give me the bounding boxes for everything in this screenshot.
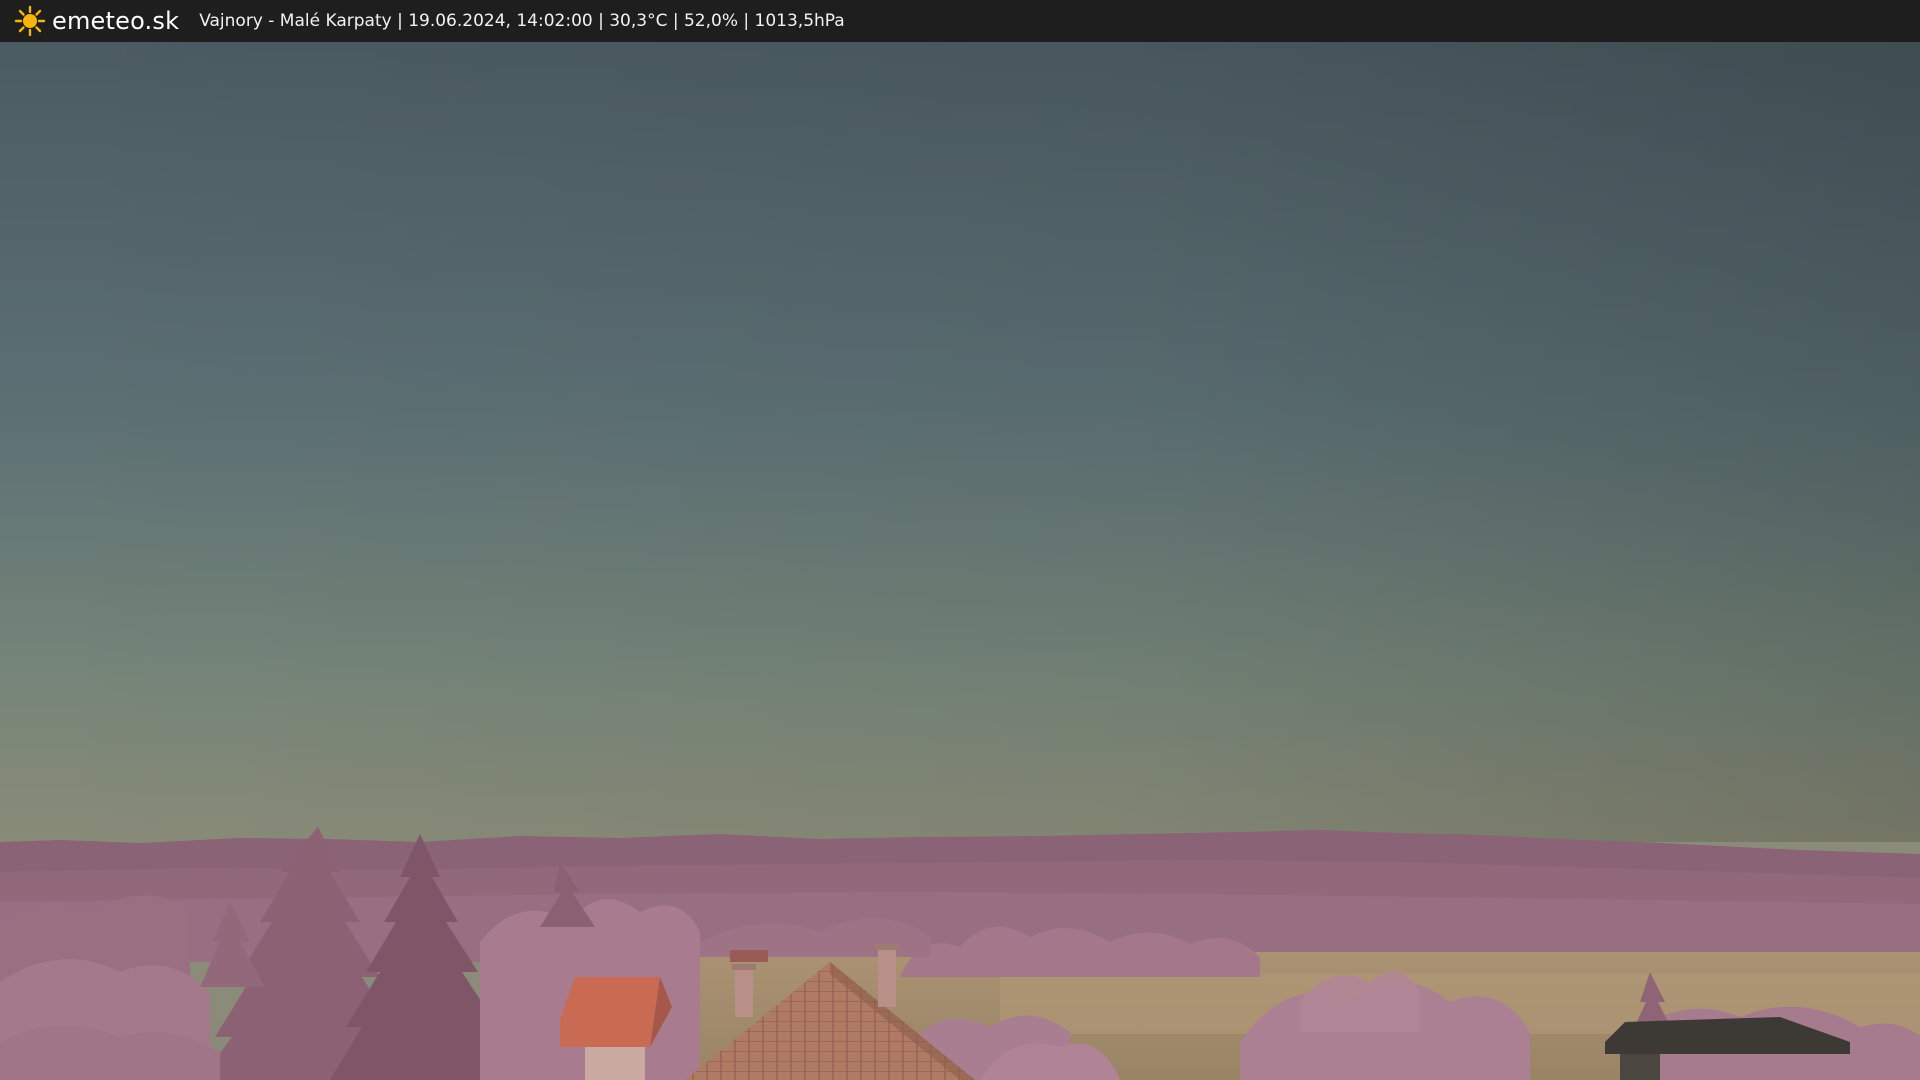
top-bar: emeteo.sk Vajnory - Malé Karpaty | 19.06… bbox=[0, 0, 1920, 42]
webcam-image bbox=[0, 42, 1920, 1080]
webcam-caption: Vajnory - Malé Karpaty | 19.06.2024, 14:… bbox=[199, 11, 845, 31]
brand-name: emeteo.sk bbox=[52, 7, 180, 35]
house-roof bbox=[560, 977, 660, 1047]
sun-icon bbox=[14, 5, 46, 37]
chimney bbox=[878, 947, 896, 1007]
chimney bbox=[735, 967, 753, 1017]
logo: emeteo.sk bbox=[14, 5, 179, 37]
